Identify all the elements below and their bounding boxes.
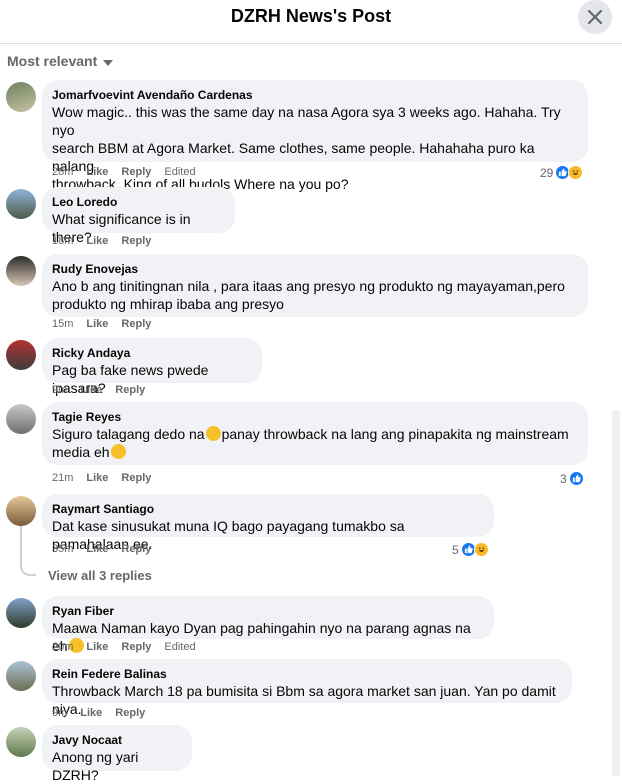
comment-text: produkto ng mhirap ibaba ang presyo: [52, 296, 284, 312]
comment-bubble: Jomarfvoevint Avendaño Cardenas Wow magi…: [42, 80, 588, 192]
avatar[interactable]: [6, 82, 36, 112]
reaction-number: 3: [560, 471, 567, 486]
comment-text: Ano b ang tinitingnan nila , para itaas …: [52, 278, 565, 294]
reply-button[interactable]: Reply: [115, 707, 145, 719]
reply-button[interactable]: Reply: [121, 472, 151, 484]
sort-label: Most relevant: [7, 53, 98, 69]
scrollbar[interactable]: [612, 410, 620, 777]
avatar[interactable]: [6, 496, 36, 526]
avatar[interactable]: [6, 661, 36, 691]
comment-text-part: Siguro talagang dedo na: [52, 426, 205, 442]
like-button[interactable]: Like: [86, 166, 108, 178]
edited-label[interactable]: Edited: [164, 166, 195, 178]
timestamp[interactable]: 9m: [52, 707, 67, 719]
sort-dropdown[interactable]: Most relevant: [7, 53, 114, 69]
comment-text: Wow magic.. this was the same day na nas…: [52, 104, 561, 138]
like-button[interactable]: Like: [86, 235, 108, 247]
commenter-name[interactable]: Rudy Enovejas: [52, 261, 578, 277]
comment-meta: 28m Like Reply Edited: [52, 166, 196, 178]
reply-button[interactable]: Reply: [115, 384, 145, 396]
comment-bubble: Ryan Fiber Maawa Naman kayo Dyan pag pah…: [42, 596, 494, 654]
timestamp[interactable]: 21m: [52, 472, 73, 484]
reply-button[interactable]: Reply: [121, 543, 151, 555]
comment-text: media eh: [52, 443, 578, 461]
like-button[interactable]: Like: [86, 641, 108, 653]
comment-bubble: Ricky Andaya Pag ba fake news pwede ipas…: [42, 338, 262, 396]
comment-bubble: Javy Nocaat Anong ng yari DZRH?: [42, 725, 192, 783]
chevron-down-icon: [103, 59, 114, 66]
post-title: DZRH News's Post: [230, 6, 392, 26]
comment-meta: 9m Like Reply: [52, 707, 145, 719]
avatar[interactable]: [6, 404, 36, 434]
timestamp[interactable]: 18m: [52, 235, 73, 247]
reaction-count[interactable]: 5: [452, 542, 489, 557]
timestamp[interactable]: 35m: [52, 543, 73, 555]
commenter-name[interactable]: Leo Loredo: [52, 194, 225, 210]
comment-bubble: Tagie Reyes Siguro talagang dedo na panay…: [42, 402, 588, 465]
comment-text: Anong ng yari DZRH?: [52, 749, 139, 783]
comment-bubble: Rudy Enovejas Ano b ang tinitingnan nila…: [42, 254, 588, 317]
reply-button[interactable]: Reply: [121, 318, 151, 330]
view-replies-link[interactable]: View all 3 replies: [48, 568, 152, 583]
reaction-number: 29: [540, 165, 554, 180]
haha-reaction-icon: [568, 165, 584, 180]
comment-meta: 9m Like Reply: [52, 384, 145, 396]
thinking-emoji-icon: [110, 444, 126, 459]
thread-line: [20, 524, 22, 562]
commenter-name[interactable]: Rein Federe Balinas: [52, 666, 562, 682]
thread-connector: [20, 560, 36, 576]
reply-button[interactable]: Reply: [121, 641, 151, 653]
commenter-name[interactable]: Raymart Santiago: [52, 501, 484, 517]
close-button[interactable]: [578, 0, 612, 34]
timestamp[interactable]: 15m: [52, 318, 73, 330]
commenter-name[interactable]: Tagie Reyes: [52, 409, 578, 425]
comment-bubble: Rein Federe Balinas Throwback March 18 p…: [42, 659, 572, 717]
avatar[interactable]: [6, 189, 36, 219]
reaction-count[interactable]: 3: [560, 471, 584, 486]
avatar[interactable]: [6, 598, 36, 628]
like-button[interactable]: Like: [80, 384, 102, 396]
commenter-name[interactable]: Ricky Andaya: [52, 345, 252, 361]
commenter-name[interactable]: Ryan Fiber: [52, 603, 484, 619]
avatar[interactable]: [6, 340, 36, 370]
reply-button[interactable]: Reply: [121, 235, 151, 247]
edited-label[interactable]: Edited: [164, 641, 195, 653]
avatar[interactable]: [6, 256, 36, 286]
avatar[interactable]: [6, 727, 36, 757]
comment-text: Siguro talagang dedo na panay throwback n…: [52, 425, 578, 443]
comment-meta: 35m Like Reply: [52, 543, 151, 555]
like-button[interactable]: Like: [86, 543, 108, 555]
commenter-name[interactable]: Jomarfvoevint Avendaño Cardenas: [52, 87, 578, 103]
haha-reaction-icon: [473, 542, 489, 557]
timestamp[interactable]: 28m: [52, 166, 73, 178]
comment-bubble: Raymart Santiago Dat kase sinusukat muna…: [42, 494, 494, 552]
comment-meta: 15m Like Reply: [52, 318, 151, 330]
like-button[interactable]: Like: [86, 318, 108, 330]
reaction-count[interactable]: 29: [540, 165, 584, 180]
reaction-number: 5: [452, 542, 459, 557]
comment-text-part: panay throwback na lang ang pinapakita n…: [221, 426, 569, 442]
like-button[interactable]: Like: [80, 707, 102, 719]
thinking-emoji-icon: [205, 426, 221, 441]
comment-meta: 18m Like Reply: [52, 235, 151, 247]
timestamp[interactable]: 20m: [52, 641, 73, 653]
comment-meta: 21m Like Reply: [52, 472, 151, 484]
post-header: DZRH News's Post: [0, 0, 622, 44]
comment-text-part: media eh: [52, 444, 110, 460]
timestamp[interactable]: 9m: [52, 384, 67, 396]
like-button[interactable]: Like: [86, 472, 108, 484]
reply-button[interactable]: Reply: [121, 166, 151, 178]
comment-bubble: Leo Loredo What significance is in there…: [42, 187, 235, 245]
close-icon: [587, 9, 603, 25]
comment-meta: 20m Like Reply Edited: [52, 641, 196, 653]
commenter-name[interactable]: Javy Nocaat: [52, 732, 182, 748]
like-reaction-icon: [568, 471, 584, 486]
